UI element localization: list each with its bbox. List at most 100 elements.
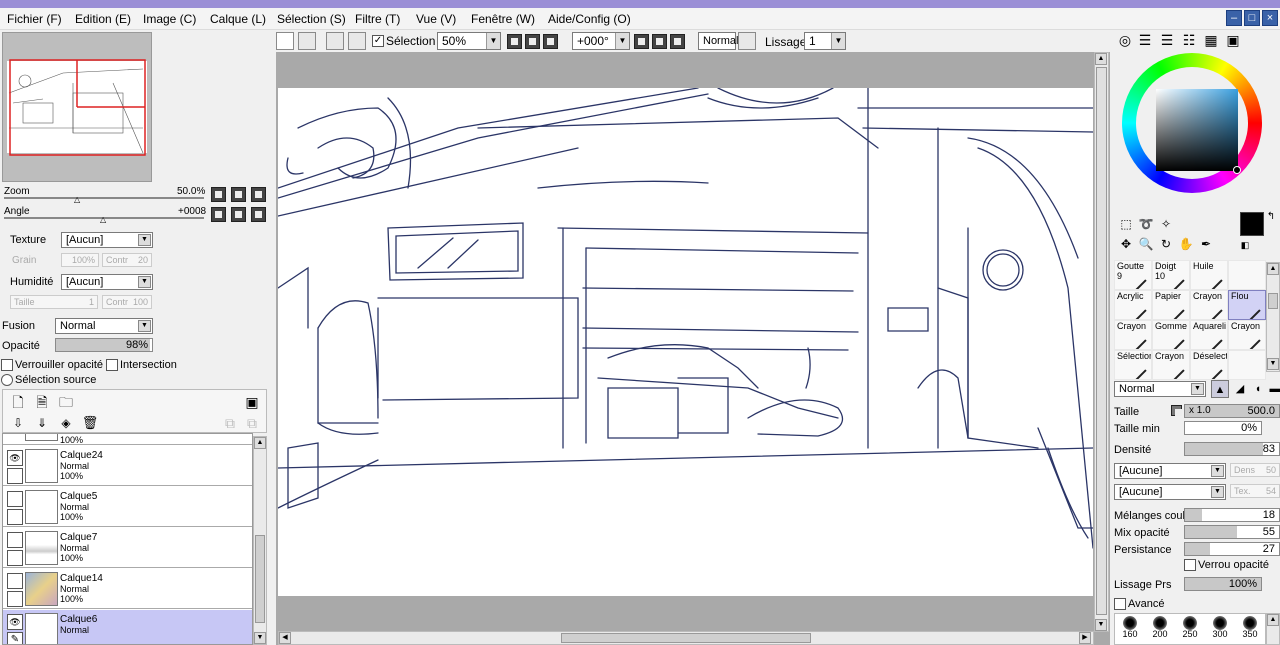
layer-row[interactable]: Calque7 Normal 100% — [3, 528, 252, 568]
rotate-right-button[interactable] — [652, 34, 667, 49]
rotate-left-button[interactable] — [634, 34, 649, 49]
chevron-up-icon[interactable]: ▲ — [1267, 263, 1279, 275]
clear-layer-icon[interactable]: ◈ — [57, 414, 75, 432]
brush-scrollbar-thumb[interactable] — [1268, 293, 1278, 309]
layer-row[interactable]: Calque14 Normal 100% — [3, 569, 252, 609]
brush-shape-select[interactable]: [Aucune] ▼ — [1114, 463, 1226, 479]
layer-mask-icon[interactable]: ▣ — [243, 393, 261, 411]
rotation-select[interactable]: +000° ▼ — [572, 32, 630, 50]
deselect-icon[interactable] — [326, 32, 344, 50]
current-color-swatch[interactable] — [1240, 212, 1264, 236]
avance-checkbox[interactable] — [1114, 598, 1126, 610]
blend-mode-select[interactable]: Normal — [698, 32, 738, 50]
nav-zoom-in-button[interactable] — [231, 187, 246, 202]
brush-tool-crayon[interactable]: Crayon — [1190, 290, 1228, 320]
color-grid-icon[interactable]: ▦ — [1202, 31, 1220, 49]
humidite-select[interactable]: [Aucun] ▼ — [61, 274, 153, 290]
opacite-slider[interactable]: 98% — [55, 338, 153, 352]
magic-wand-icon[interactable]: ✧ — [1157, 215, 1175, 233]
rotate-icon[interactable]: ↻ — [1157, 235, 1175, 253]
taille-mult-button[interactable] — [1171, 405, 1182, 416]
swap-colors-icon[interactable]: ↰ — [1262, 208, 1280, 226]
melanges-slider[interactable]: 18 — [1184, 508, 1280, 522]
new-layer-icon[interactable]: 🗋 — [9, 393, 27, 411]
layer-lock-toggle[interactable] — [7, 591, 23, 607]
chevron-right-icon[interactable]: ▶ — [1079, 632, 1091, 644]
brush-tool-flou[interactable]: Flou — [1228, 290, 1266, 320]
menu-fenetre[interactable]: Fenêtre (W) — [471, 12, 535, 26]
texture-select[interactable]: [Aucun] ▼ — [61, 232, 153, 248]
nav-rotate-reset-button[interactable] — [251, 207, 266, 222]
lasso-icon[interactable]: ➰ — [1137, 215, 1155, 233]
brush-tool-crayon[interactable]: Crayon — [1228, 320, 1266, 350]
brush-tool-empty[interactable] — [1228, 260, 1266, 290]
swatches-icon[interactable]: ☷ — [1180, 31, 1198, 49]
menu-vue[interactable]: Vue (V) — [416, 12, 456, 26]
zoom-select[interactable]: 50% ▼ — [437, 32, 501, 50]
navigator-preview[interactable] — [2, 32, 152, 182]
layer-row[interactable]: Calque5 Normal 100% — [3, 487, 252, 527]
brush-shape-flat-icon[interactable]: ▬ — [1266, 380, 1280, 398]
maximize-icon[interactable]: □ — [1244, 10, 1260, 26]
brush-tool-aquareli[interactable]: Aquareli — [1190, 320, 1228, 350]
eye-icon[interactable]: 👁 — [7, 450, 23, 466]
transfer-down-icon[interactable]: ⇩ — [9, 414, 27, 432]
merge-down-icon[interactable]: ⇓ — [33, 414, 51, 432]
color-picker-handle[interactable] — [1233, 166, 1241, 174]
canvas-vscroll-thumb[interactable] — [1096, 67, 1107, 615]
layer-row[interactable]: 100% — [3, 434, 252, 445]
color-wheel[interactable] — [1122, 53, 1280, 197]
minimize-icon[interactable]: – — [1226, 10, 1242, 26]
chevron-down-icon[interactable]: ▼ — [254, 632, 266, 644]
angle-slider-thumb[interactable]: △ — [100, 215, 106, 224]
layer-row[interactable]: 👁 Calque24 Normal 100% — [3, 446, 252, 486]
zoom-in-button[interactable] — [525, 34, 540, 49]
drawing-canvas[interactable] — [278, 88, 1093, 596]
brush-scrollbar[interactable]: ▲ ▼ — [1266, 262, 1280, 372]
brush-size-dot[interactable] — [1153, 616, 1167, 630]
invert-selection-icon[interactable] — [348, 32, 366, 50]
layer-lock-toggle[interactable] — [7, 509, 23, 525]
scratchpad-icon[interactable]: ▣ — [1224, 31, 1242, 49]
brush-shape-soft-icon[interactable]: ◢ — [1231, 380, 1249, 398]
layer-lock-toggle[interactable] — [7, 550, 23, 566]
rotate-reset-button[interactable] — [670, 34, 685, 49]
mix-slider[interactable]: 55 — [1184, 525, 1280, 539]
densite-slider[interactable]: 83 — [1184, 442, 1280, 456]
rgb-sliders-icon[interactable]: ☰ — [1136, 31, 1154, 49]
chevron-down-icon[interactable]: ▼ — [1267, 358, 1279, 370]
brush-mode-select[interactable]: Normal ▼ — [1114, 381, 1206, 397]
taille-min-slider[interactable]: 0% — [1184, 421, 1262, 435]
brush-size-dot[interactable] — [1183, 616, 1197, 630]
chevron-up-icon[interactable]: ▲ — [1095, 53, 1107, 65]
menu-aide[interactable]: Aide/Config (O) — [548, 12, 631, 26]
visibility-toggle[interactable] — [7, 491, 23, 507]
layer-lock-toggle[interactable] — [7, 468, 23, 484]
nav-zoom-reset-button[interactable] — [251, 187, 266, 202]
new-vector-layer-icon[interactable]: 🗎 — [33, 393, 51, 411]
zoom-slider-thumb[interactable]: △ — [74, 195, 80, 204]
brush-shape-round-icon[interactable]: ◖ — [1249, 380, 1267, 398]
move-icon[interactable]: ✥ — [1117, 235, 1135, 253]
brush-tool-huile[interactable]: Huile — [1190, 260, 1228, 290]
intersection-checkbox[interactable] — [106, 359, 118, 371]
lissage-select[interactable]: 1 ▼ — [804, 32, 846, 50]
menu-selection[interactable]: Sélection (S) — [277, 12, 346, 26]
nav-rotate-right-button[interactable] — [231, 207, 246, 222]
brush-tool-papier[interactable]: Papier — [1152, 290, 1190, 320]
brush-tool-acrylic[interactable]: Acrylic — [1114, 290, 1152, 320]
persistance-slider[interactable]: 27 — [1184, 542, 1280, 556]
chevron-up-icon[interactable]: ▲ — [254, 437, 266, 449]
nav-zoom-out-button[interactable] — [211, 187, 226, 202]
zoom-out-button[interactable] — [507, 34, 522, 49]
eyedropper-icon[interactable]: ✒ — [1197, 235, 1215, 253]
brush-tool-empty[interactable] — [1228, 350, 1266, 380]
canvas-hscroll-thumb[interactable] — [561, 633, 811, 643]
redo-icon[interactable] — [298, 32, 316, 50]
chevron-down-icon[interactable]: ▼ — [1095, 619, 1107, 631]
nav-rotate-left-button[interactable] — [211, 207, 226, 222]
brush-texture-select[interactable]: [Aucune] ▼ — [1114, 484, 1226, 500]
canvas-hscroll[interactable]: ◀ ▶ — [278, 631, 1094, 645]
selection-checkbox[interactable]: ✓ — [372, 35, 384, 47]
zoom-icon[interactable]: 🔍 — [1137, 235, 1155, 253]
